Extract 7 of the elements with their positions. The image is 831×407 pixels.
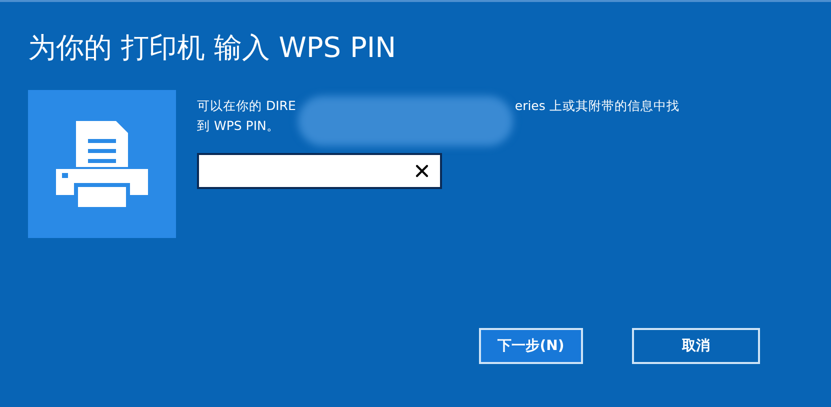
dialog-title: 为你的 打印机 输入 WPS PIN (28, 30, 398, 66)
pin-field[interactable] (197, 153, 442, 189)
instruction-text: 到 WPS PIN。 (197, 117, 280, 135)
next-button[interactable]: 下一步(N) (479, 328, 583, 364)
instruction-text: 可以在你的 DIRE (197, 97, 296, 115)
instruction-text: eries 上或其附带的信息中找 (514, 97, 680, 115)
cancel-button[interactable]: 取消 (632, 328, 760, 364)
